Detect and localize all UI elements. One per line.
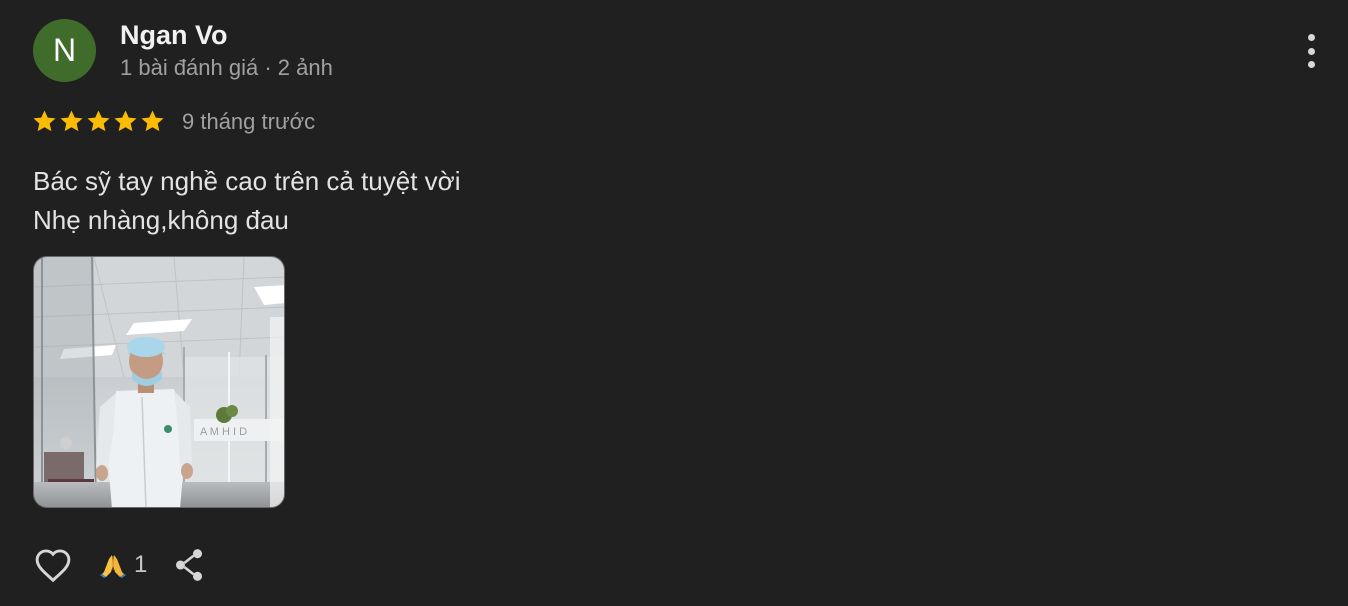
star-icon <box>87 110 110 132</box>
clinic-photo-image: A M H I D <box>34 257 284 507</box>
review-text-line: Nhẹ nhàng,không đau <box>33 205 289 235</box>
star-rating <box>31 108 166 135</box>
review-text: Bác sỹ tay nghề cao trên cả tuyệt vời Nh… <box>33 162 461 240</box>
more-vert-icon-dot <box>1307 47 1315 55</box>
author-meta: 1 bài đánh giá · 2 ảnh <box>120 55 333 80</box>
review-photo[interactable]: A M H I D <box>33 256 285 508</box>
share-icon <box>176 549 203 581</box>
reaction-count: 1 <box>134 551 148 578</box>
review-card: N Ngan Vo 1 bài đánh giá · 2 ảnh 9 tháng… <box>0 0 1348 606</box>
more-options-button[interactable] <box>1296 30 1326 72</box>
svg-text:A M H I D: A M H I D <box>200 426 247 438</box>
heart-outline-icon <box>35 549 71 583</box>
more-vert-icon <box>1307 34 1315 41</box>
share-button[interactable] <box>171 544 207 586</box>
avatar-initial: N <box>52 32 77 68</box>
review-time: 9 tháng trước <box>182 108 316 134</box>
review-actions: 1 <box>32 544 207 586</box>
author-name[interactable]: Ngan Vo <box>120 20 228 51</box>
star-icon <box>141 110 164 132</box>
rating-row: 9 tháng trước <box>31 108 315 135</box>
star-icon <box>33 110 56 132</box>
reaction-button[interactable]: 1 <box>98 550 147 580</box>
star-icon <box>114 110 137 132</box>
star-icon <box>60 110 83 132</box>
avatar[interactable]: N <box>33 19 96 82</box>
more-vert-icon-dot <box>1307 61 1315 68</box>
review-text-line: Bác sỹ tay nghề cao trên cả tuyệt vời <box>33 166 461 196</box>
folded-hands-icon <box>100 555 126 578</box>
like-button[interactable] <box>32 544 74 586</box>
